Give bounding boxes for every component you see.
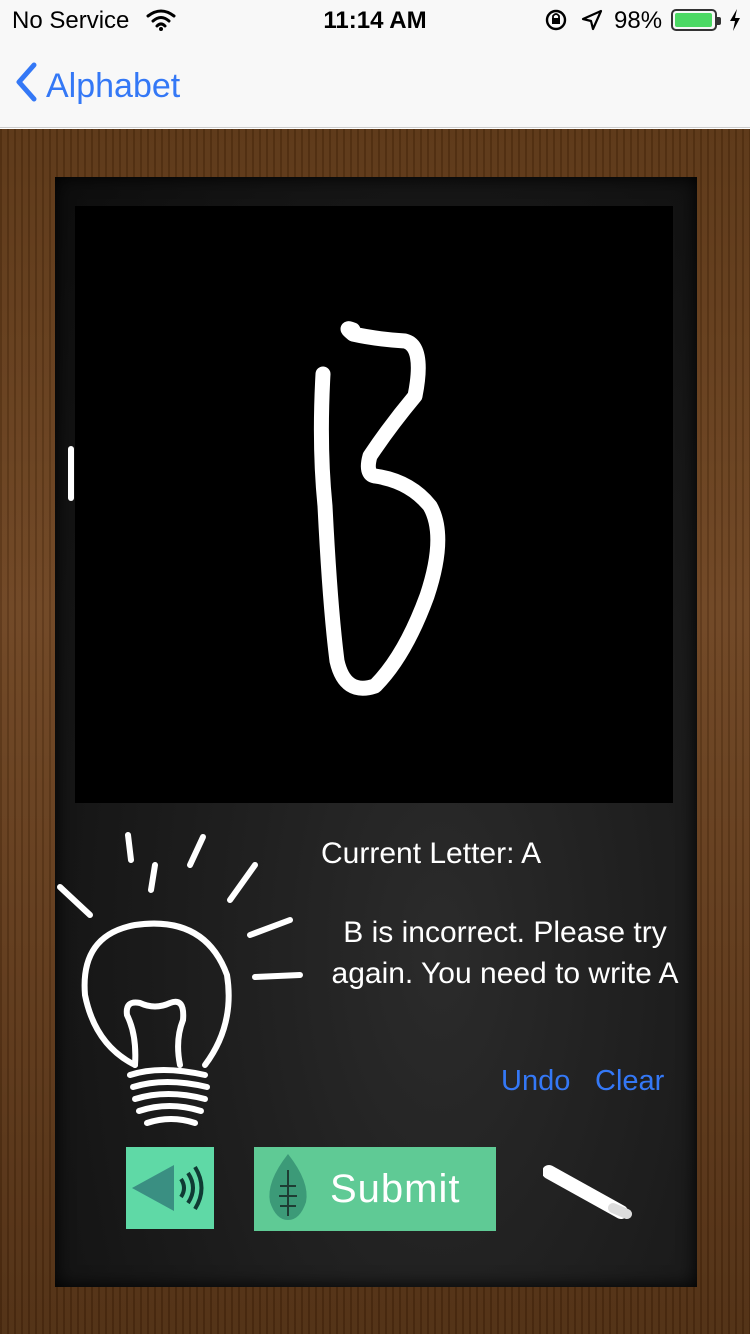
navigation-bar: Alphabet	[0, 40, 750, 128]
location-arrow-icon	[580, 8, 604, 39]
handwritten-letter-drawing	[313, 321, 446, 696]
status-bar: No Service 11:14 AM 98%	[0, 0, 750, 40]
chevron-left-icon	[14, 62, 38, 111]
battery-percent: 98%	[614, 7, 663, 34]
submit-button[interactable]: Submit	[254, 1147, 496, 1231]
feedback-message: B is incorrect. Please try again. You ne…	[331, 916, 679, 990]
drawing-canvas[interactable]	[75, 206, 673, 803]
chalk-icon[interactable]	[542, 1162, 635, 1220]
lightbulb-icon	[55, 825, 315, 1170]
leaf-icon	[266, 1152, 310, 1227]
play-sound-button[interactable]	[126, 1147, 214, 1229]
back-button[interactable]: Alphabet	[14, 62, 180, 111]
submit-button-label: Submit	[330, 1166, 461, 1211]
chalkboard: Current Letter: A B is incorrect. Please…	[55, 177, 697, 1287]
undo-button[interactable]: Undo	[501, 1065, 570, 1098]
current-letter-label: Current Letter: A	[321, 837, 542, 870]
charging-bolt-icon	[728, 8, 742, 39]
speaker-icon	[126, 1165, 214, 1233]
battery-icon	[671, 9, 721, 31]
chalk-mark	[68, 446, 74, 501]
orientation-lock-icon	[543, 8, 569, 39]
wooden-frame: Current Letter: A B is incorrect. Please…	[0, 129, 750, 1334]
clear-button[interactable]: Clear	[595, 1065, 664, 1098]
back-button-label: Alphabet	[46, 67, 181, 105]
